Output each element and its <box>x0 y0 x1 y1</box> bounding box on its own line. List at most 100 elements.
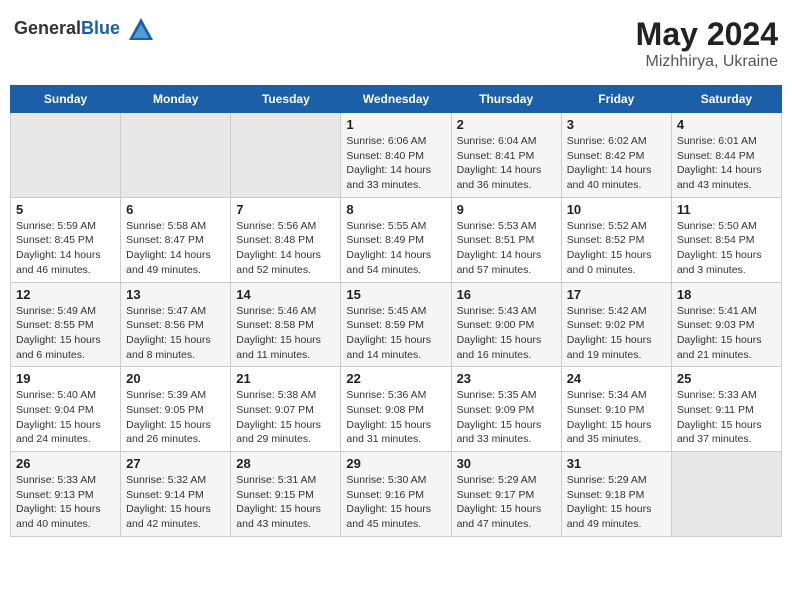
calendar-cell: 5Sunrise: 5:59 AM Sunset: 8:45 PM Daylig… <box>11 197 121 282</box>
weekday-header-saturday: Saturday <box>671 86 781 113</box>
day-info: Sunrise: 6:02 AM Sunset: 8:42 PM Dayligh… <box>567 134 666 193</box>
calendar-cell: 23Sunrise: 5:35 AM Sunset: 9:09 PM Dayli… <box>451 367 561 452</box>
day-number: 4 <box>677 117 776 132</box>
day-info: Sunrise: 5:38 AM Sunset: 9:07 PM Dayligh… <box>236 388 335 447</box>
title-block: May 2024 Mizhhirya, Ukraine <box>636 16 778 71</box>
day-number: 30 <box>457 456 556 471</box>
day-number: 13 <box>126 287 225 302</box>
day-number: 19 <box>16 371 115 386</box>
day-number: 10 <box>567 202 666 217</box>
day-number: 1 <box>346 117 445 132</box>
day-info: Sunrise: 5:30 AM Sunset: 9:16 PM Dayligh… <box>346 473 445 532</box>
day-number: 18 <box>677 287 776 302</box>
day-info: Sunrise: 5:29 AM Sunset: 9:18 PM Dayligh… <box>567 473 666 532</box>
day-number: 21 <box>236 371 335 386</box>
day-info: Sunrise: 5:34 AM Sunset: 9:10 PM Dayligh… <box>567 388 666 447</box>
calendar-cell: 2 Sunrise: 6:04 AM Sunset: 8:41 PM Daylig… <box>451 113 561 198</box>
calendar-cell: 12 Sunrise: 5:49 AM Sunset: 8:55 PM Dayli… <box>11 282 121 367</box>
weekday-header-tuesday: Tuesday <box>231 86 341 113</box>
day-number: 26 <box>16 456 115 471</box>
calendar-week-row: 26 Sunrise: 5:33 AM Sunset: 9:13 PM Dayli… <box>11 452 782 537</box>
day-number: 17 <box>567 287 666 302</box>
page-header: GeneralBlue May 2024 Mizhhirya, Ukraine <box>10 10 782 77</box>
weekday-header-monday: Monday <box>121 86 231 113</box>
calendar-week-row: 12 Sunrise: 5:49 AM Sunset: 8:55 PM Dayli… <box>11 282 782 367</box>
calendar-cell: 17 Sunrise: 5:42 AM Sunset: 9:02 PM Dayli… <box>561 282 671 367</box>
day-number: 2 <box>457 117 556 132</box>
day-number: 12 <box>16 287 115 302</box>
weekday-header-sunday: Sunday <box>11 86 121 113</box>
day-number: 6 <box>126 202 225 217</box>
day-info: Sunrise: 6:06 AM Sunset: 8:40 PM Dayligh… <box>346 134 445 193</box>
day-info: Sunrise: 5:45 AM Sunset: 8:59 PM Dayligh… <box>346 304 445 363</box>
weekday-header-wednesday: Wednesday <box>341 86 451 113</box>
day-number: 16 <box>457 287 556 302</box>
logo-blue: Blue <box>81 18 120 38</box>
day-number: 8 <box>346 202 445 217</box>
day-info: Sunrise: 5:56 AM Sunset: 8:48 PM Dayligh… <box>236 219 335 278</box>
day-number: 28 <box>236 456 335 471</box>
weekday-header-thursday: Thursday <box>451 86 561 113</box>
day-number: 29 <box>346 456 445 471</box>
day-info: Sunrise: 5:33 AM Sunset: 9:11 PM Dayligh… <box>677 388 776 447</box>
calendar-week-row: 1 Sunrise: 6:06 AM Sunset: 8:40 PM Daylig… <box>11 113 782 198</box>
calendar-cell: 8Sunrise: 5:55 AM Sunset: 8:49 PM Daylig… <box>341 197 451 282</box>
calendar-cell: 13 Sunrise: 5:47 AM Sunset: 8:56 PM Dayli… <box>121 282 231 367</box>
calendar-cell: 6 Sunrise: 5:58 AM Sunset: 8:47 PM Daylig… <box>121 197 231 282</box>
weekday-header-friday: Friday <box>561 86 671 113</box>
day-info: Sunrise: 5:52 AM Sunset: 8:52 PM Dayligh… <box>567 219 666 278</box>
calendar-cell: 27Sunrise: 5:32 AM Sunset: 9:14 PM Dayli… <box>121 452 231 537</box>
calendar-week-row: 5Sunrise: 5:59 AM Sunset: 8:45 PM Daylig… <box>11 197 782 282</box>
calendar-cell: 19 Sunrise: 5:40 AM Sunset: 9:04 PM Dayli… <box>11 367 121 452</box>
weekday-header-row: SundayMondayTuesdayWednesdayThursdayFrid… <box>11 86 782 113</box>
sub-title: Mizhhirya, Ukraine <box>636 53 778 71</box>
calendar-cell <box>671 452 781 537</box>
calendar-cell: 1 Sunrise: 6:06 AM Sunset: 8:40 PM Daylig… <box>341 113 451 198</box>
day-info: Sunrise: 5:58 AM Sunset: 8:47 PM Dayligh… <box>126 219 225 278</box>
calendar-cell: 28 Sunrise: 5:31 AM Sunset: 9:15 PM Dayli… <box>231 452 341 537</box>
day-number: 31 <box>567 456 666 471</box>
day-number: 24 <box>567 371 666 386</box>
calendar-cell <box>11 113 121 198</box>
logo-general: General <box>14 18 81 38</box>
calendar-cell: 4 Sunrise: 6:01 AM Sunset: 8:44 PM Daylig… <box>671 113 781 198</box>
day-info: Sunrise: 5:31 AM Sunset: 9:15 PM Dayligh… <box>236 473 335 532</box>
day-info: Sunrise: 5:33 AM Sunset: 9:13 PM Dayligh… <box>16 473 115 532</box>
day-info: Sunrise: 5:50 AM Sunset: 8:54 PM Dayligh… <box>677 219 776 278</box>
day-number: 20 <box>126 371 225 386</box>
calendar-cell: 22Sunrise: 5:36 AM Sunset: 9:08 PM Dayli… <box>341 367 451 452</box>
day-info: Sunrise: 5:42 AM Sunset: 9:02 PM Dayligh… <box>567 304 666 363</box>
day-number: 14 <box>236 287 335 302</box>
day-number: 3 <box>567 117 666 132</box>
calendar-cell: 7 Sunrise: 5:56 AM Sunset: 8:48 PM Daylig… <box>231 197 341 282</box>
logo: GeneralBlue <box>14 16 155 44</box>
day-info: Sunrise: 6:04 AM Sunset: 8:41 PM Dayligh… <box>457 134 556 193</box>
day-info: Sunrise: 5:53 AM Sunset: 8:51 PM Dayligh… <box>457 219 556 278</box>
logo-icon <box>127 16 155 44</box>
calendar-cell <box>231 113 341 198</box>
calendar-cell: 24 Sunrise: 5:34 AM Sunset: 9:10 PM Dayli… <box>561 367 671 452</box>
day-info: Sunrise: 5:40 AM Sunset: 9:04 PM Dayligh… <box>16 388 115 447</box>
day-info: Sunrise: 5:47 AM Sunset: 8:56 PM Dayligh… <box>126 304 225 363</box>
day-info: Sunrise: 5:32 AM Sunset: 9:14 PM Dayligh… <box>126 473 225 532</box>
calendar-cell: 16Sunrise: 5:43 AM Sunset: 9:00 PM Dayli… <box>451 282 561 367</box>
day-info: Sunrise: 5:29 AM Sunset: 9:17 PM Dayligh… <box>457 473 556 532</box>
day-number: 22 <box>346 371 445 386</box>
calendar-cell: 15 Sunrise: 5:45 AM Sunset: 8:59 PM Dayli… <box>341 282 451 367</box>
day-number: 7 <box>236 202 335 217</box>
day-number: 11 <box>677 202 776 217</box>
day-info: Sunrise: 5:46 AM Sunset: 8:58 PM Dayligh… <box>236 304 335 363</box>
calendar-cell: 26 Sunrise: 5:33 AM Sunset: 9:13 PM Dayli… <box>11 452 121 537</box>
day-number: 15 <box>346 287 445 302</box>
day-number: 5 <box>16 202 115 217</box>
calendar-cell: 31 Sunrise: 5:29 AM Sunset: 9:18 PM Dayli… <box>561 452 671 537</box>
calendar-cell: 20 Sunrise: 5:39 AM Sunset: 9:05 PM Dayli… <box>121 367 231 452</box>
day-number: 9 <box>457 202 556 217</box>
day-info: Sunrise: 5:39 AM Sunset: 9:05 PM Dayligh… <box>126 388 225 447</box>
day-number: 25 <box>677 371 776 386</box>
day-info: Sunrise: 6:01 AM Sunset: 8:44 PM Dayligh… <box>677 134 776 193</box>
day-info: Sunrise: 5:49 AM Sunset: 8:55 PM Dayligh… <box>16 304 115 363</box>
calendar-cell: 30 Sunrise: 5:29 AM Sunset: 9:17 PM Dayli… <box>451 452 561 537</box>
calendar-cell: 14 Sunrise: 5:46 AM Sunset: 8:58 PM Dayli… <box>231 282 341 367</box>
calendar-cell: 29 Sunrise: 5:30 AM Sunset: 9:16 PM Dayli… <box>341 452 451 537</box>
